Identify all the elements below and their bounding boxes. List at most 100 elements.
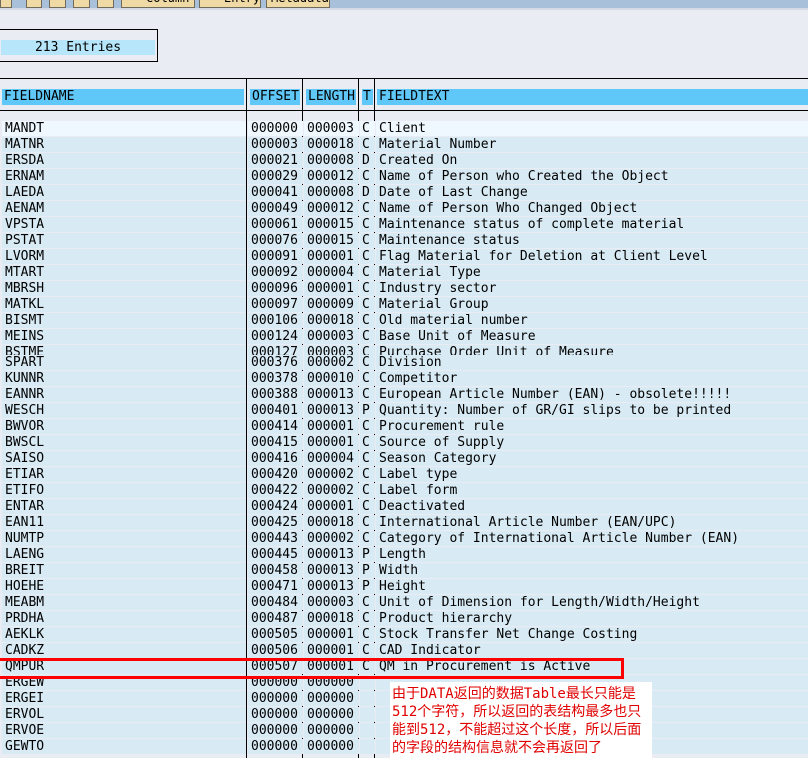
length-cell: 000009 <box>304 297 359 312</box>
fieldtext-cell: Length <box>376 547 808 562</box>
first-page-icon-button[interactable] <box>26 0 42 8</box>
fieldname-cell: EAN11 <box>2 515 246 530</box>
header-divider <box>0 110 808 111</box>
length-cell: 000004 <box>304 265 359 280</box>
column-icon-button[interactable]: Column <box>121 0 195 8</box>
type-cell <box>360 691 375 706</box>
table-row[interactable]: WESCH 000401 000013 P Quantity: Number of GR… <box>0 403 808 419</box>
length-cell: 000013 <box>304 579 359 594</box>
fieldname-cell: MATNR <box>2 137 246 152</box>
offset-cell: 000505 <box>248 627 303 642</box>
table-row[interactable]: ETIFO 000422 000002 C Label form <box>0 483 808 499</box>
entry-icon-button[interactable]: Entry <box>199 0 261 8</box>
length-cell: 000000 <box>304 739 359 754</box>
header-type[interactable]: T <box>362 89 373 105</box>
table-row[interactable]: MEABM 000484 000003 C Unit of Dimension for … <box>0 595 808 611</box>
table-row[interactable]: ENTAR 000424 000001 C Deactivated <box>0 499 808 515</box>
fieldname-cell: HOEHE <box>2 579 246 594</box>
table-row[interactable]: ERSDA 000021 000008 D Created On <box>0 153 808 169</box>
fieldname-cell: MATKL <box>2 297 246 312</box>
table-row[interactable]: BSTME 000127 000003 C Purchase Order Unit of… <box>0 345 808 355</box>
fieldname-cell: ERNAM <box>2 169 246 184</box>
length-cell: 000002 <box>304 467 359 482</box>
fieldname-cell: BWSCL <box>2 435 246 450</box>
type-cell: P <box>360 579 375 594</box>
table-row[interactable]: EANNR 000388 000013 C European Article Numbe… <box>0 387 808 403</box>
table-row[interactable]: MTART 000092 000004 C Material Type <box>0 265 808 281</box>
type-cell: C <box>360 329 375 344</box>
fieldname-cell: MANDT <box>2 121 246 136</box>
offset-cell: 000029 <box>248 169 303 184</box>
type-cell: D <box>360 185 375 200</box>
table-row[interactable]: CADKZ 000506 000001 C CAD Indicator <box>0 643 808 659</box>
table-row[interactable]: BREIT 000458 000013 P Width <box>0 563 808 579</box>
fieldname-cell: KUNNR <box>2 371 246 386</box>
offset-cell: 000376 <box>248 355 303 370</box>
fieldname-cell: ETIAR <box>2 467 246 482</box>
header-offset[interactable]: OFFSET <box>250 89 300 105</box>
table-row[interactable]: MANDT 000000 000003 C Client <box>0 121 808 137</box>
type-cell: C <box>360 121 375 136</box>
table-row[interactable]: KUNNR 000378 000010 C Competitor <box>0 371 808 387</box>
length-cell: 000000 <box>304 707 359 722</box>
previous-page-icon-button[interactable] <box>49 0 66 8</box>
table-row[interactable]: BISMT 000106 000018 C Old material number <box>0 313 808 329</box>
header-fieldtext[interactable]: FIELDTEXT <box>377 89 808 105</box>
fieldname-cell: VPSTA <box>2 217 246 232</box>
length-cell: 000018 <box>304 137 359 152</box>
length-cell: 000010 <box>304 371 359 386</box>
type-cell: C <box>360 643 375 658</box>
table-row[interactable]: MATKL 000097 000009 C Material Group <box>0 297 808 313</box>
table-row[interactable]: NUMTP 000443 000002 C Category of Internatio… <box>0 531 808 547</box>
header-fieldname[interactable]: FIELDNAME <box>2 89 244 105</box>
table-row[interactable]: MBRSH 000096 000001 C Industry sector <box>0 281 808 297</box>
table-row[interactable]: BWVOR 000414 000001 C Procurement rule <box>0 419 808 435</box>
table-row[interactable]: HOEHE 000471 000013 P Height <box>0 579 808 595</box>
fieldtext-cell: Base Unit of Measure <box>376 329 808 344</box>
table-row[interactable]: PSTAT 000076 000015 C Maintenance status <box>0 233 808 249</box>
length-cell: 000000 <box>304 723 359 738</box>
fieldname-cell: NUMTP <box>2 531 246 546</box>
table-row[interactable]: AENAM 000049 000012 C Name of Person Who Cha… <box>0 201 808 217</box>
table-row[interactable]: LVORM 000091 000001 C Flag Material for Dele… <box>0 249 808 265</box>
offset-cell: 000021 <box>248 153 303 168</box>
length-cell: 000008 <box>304 185 359 200</box>
table-row[interactable]: BWSCL 000415 000001 C Source of Supply <box>0 435 808 451</box>
table-row[interactable]: SPART 000376 000002 C Division <box>0 355 808 371</box>
offset-cell: 000092 <box>248 265 303 280</box>
table-row[interactable]: MEINS 000124 000003 C Base Unit of Measure <box>0 329 808 345</box>
fieldname-cell: MEINS <box>2 329 246 344</box>
fieldtext-cell: Source of Supply <box>376 435 808 450</box>
last-page-icon-button[interactable] <box>97 0 114 8</box>
table-row[interactable]: PRDHA 000487 000018 C Product hierarchy <box>0 611 808 627</box>
table-row[interactable]: ERNAM 000029 000012 C Name of Person who Cre… <box>0 169 808 185</box>
table-row[interactable]: LAENG 000445 000013 P Length <box>0 547 808 563</box>
length-cell: 000012 <box>304 201 359 216</box>
table-row[interactable]: LAEDA 000041 000008 D Date of Last Change <box>0 185 808 201</box>
length-cell: 000015 <box>304 233 359 248</box>
table-row[interactable]: SAISO 000416 000004 C Season Category <box>0 451 808 467</box>
table-row[interactable]: VPSTA 000061 000015 C Maintenance status of … <box>0 217 808 233</box>
fieldname-cell: ERSDA <box>2 153 246 168</box>
metadata-button[interactable]: Metadata <box>266 0 330 8</box>
length-cell: 000001 <box>304 419 359 434</box>
fieldname-cell: CADKZ <box>2 643 246 658</box>
type-cell: C <box>360 435 375 450</box>
fieldtext-cell: Flag Material for Deletion at Client Lev… <box>376 249 808 264</box>
length-cell: 000002 <box>304 531 359 546</box>
header-length[interactable]: LENGTH <box>306 89 356 105</box>
table-row[interactable]: AEKLK 000505 000001 C Stock Transfer Net Cha… <box>0 627 808 643</box>
select-all-icon-button[interactable] <box>0 0 12 8</box>
next-page-icon-button[interactable] <box>73 0 90 8</box>
length-cell: 000004 <box>304 451 359 466</box>
type-cell: P <box>360 547 375 562</box>
type-cell: C <box>360 249 375 264</box>
length-cell: 000003 <box>304 329 359 344</box>
fieldname-cell: LAEDA <box>2 185 246 200</box>
offset-cell: 000401 <box>248 403 303 418</box>
fieldtext-cell: Purchase Order Unit of Measure <box>376 345 808 355</box>
table-row[interactable]: EAN11 000425 000018 C International Article … <box>0 515 808 531</box>
offset-cell: 000484 <box>248 595 303 610</box>
table-row[interactable]: MATNR 000003 000018 C Material Number <box>0 137 808 153</box>
table-row[interactable]: ETIAR 000420 000002 C Label type <box>0 467 808 483</box>
